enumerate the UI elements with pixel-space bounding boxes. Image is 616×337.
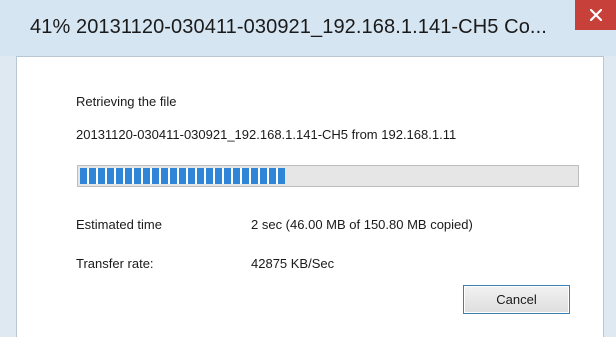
file-source-line: 20131120-030411-030921_192.168.1.141-CH5… (76, 127, 457, 142)
progress-bar (77, 165, 579, 187)
transfer-rate-value: 42875 KB/Sec (251, 256, 335, 271)
transfer-rate-label: Transfer rate: (76, 256, 154, 271)
close-icon (589, 9, 602, 21)
window-title: 41% 20131120-030411-030921_192.168.1.141… (30, 16, 547, 38)
title-bar[interactable]: 41% 20131120-030411-030921_192.168.1.141… (0, 0, 616, 56)
cancel-button[interactable]: Cancel (463, 285, 570, 314)
estimated-time-label: Estimated time (76, 217, 162, 232)
progress-fill (80, 168, 285, 184)
estimated-time-value: 2 sec (46.00 MB of 150.80 MB copied) (251, 217, 473, 232)
status-heading: Retrieving the file (76, 94, 177, 109)
dialog-content: Retrieving the file 20131120-030411-0309… (16, 56, 604, 337)
file-transfer-window: 41% 20131120-030411-030921_192.168.1.141… (0, 0, 616, 337)
close-button[interactable] (575, 0, 616, 30)
